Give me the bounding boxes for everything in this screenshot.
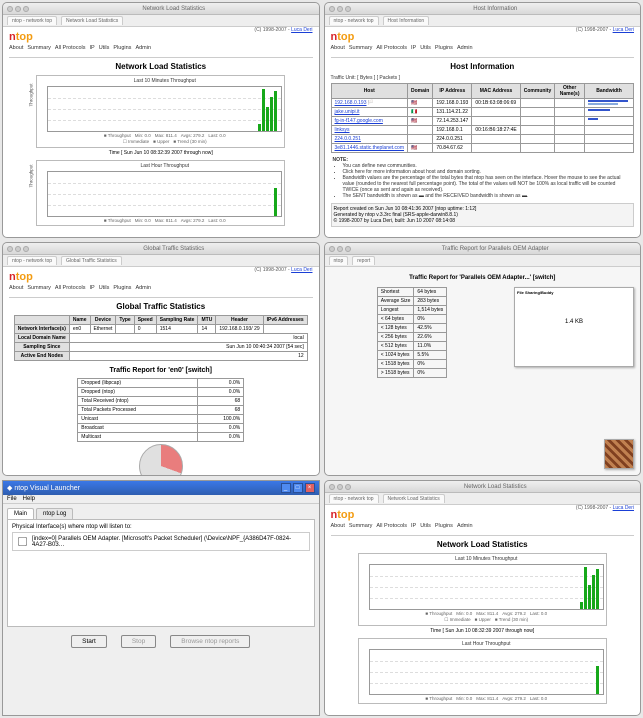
page-title: Host Information <box>331 62 635 71</box>
copyright: (C) 1998-2007 - Luca Deri <box>254 27 312 33</box>
sub-title: Traffic Report for 'en0' [switch] <box>9 367 313 374</box>
chart-hour: Last Hour Throughput ■ ThroughputMin: 0.… <box>358 638 607 704</box>
page-title: Network Load Statistics <box>9 62 313 71</box>
interface-name: [index=0] Parallels OEM Adapter. [Micros… <box>32 536 306 548</box>
page-title: Global Traffic Statistics <box>9 302 313 311</box>
close-icon[interactable]: × <box>305 483 315 493</box>
flag-icon: 🇺🇸 <box>411 100 417 106</box>
flag-icon: 🏳️ <box>368 100 374 106</box>
note-block: NOTE: You can define new communities. Cl… <box>333 157 633 199</box>
chart-hour: Last Hour Throughput Throughput ■ Throug… <box>36 160 285 226</box>
chart-10min: Last 10 Minutes Throughput Throughput ■ … <box>36 75 285 148</box>
browser-tab[interactable]: ntop - network top <box>7 256 57 265</box>
sharing-value: 1.4 KB <box>517 319 631 325</box>
browser-tab[interactable]: report <box>352 256 375 265</box>
window-title: Traffic Report for Parallels OEM Adapter <box>355 246 637 252</box>
flag-icon: 🇺🇸 <box>411 118 417 124</box>
maximize-icon[interactable]: □ <box>293 483 303 493</box>
interfaces-label: Physical Interface(s) where ntop will li… <box>12 524 310 530</box>
page-title: Network Load Statistics <box>331 540 635 549</box>
mac-minimize-icon[interactable] <box>337 246 343 252</box>
window-title: Host Information <box>355 6 637 12</box>
interface-row[interactable]: [index=0] Parallels OEM Adapter. [Micros… <box>12 532 310 551</box>
stop-button[interactable]: Stop <box>121 635 156 648</box>
mac-titlebar: Network Load Statistics <box>3 3 319 15</box>
interface-checkbox[interactable] <box>18 537 27 546</box>
browser-tab[interactable]: ntop - network top <box>329 16 379 25</box>
thumbnail-icon[interactable] <box>604 439 634 469</box>
flag-icon: 🇮🇹 <box>411 109 417 115</box>
interface-panel: Physical Interface(s) where ntop will li… <box>7 519 315 627</box>
tab-main[interactable]: Main <box>7 508 34 519</box>
table-row: fg-in-f147.google.com🇺🇸72.14.253.147 <box>331 117 634 126</box>
browser-tab[interactable]: Host Information <box>383 16 430 25</box>
pie-chart <box>139 444 183 475</box>
floating-title: File Sharing/Buddy <box>517 290 631 295</box>
author-link[interactable]: Luca Deri <box>291 27 312 33</box>
mac-zoom-icon[interactable] <box>345 6 351 12</box>
browser-tab[interactable]: Network Load Statistics <box>61 16 123 25</box>
start-button[interactable]: Start <box>71 635 107 648</box>
browser-tab[interactable]: ntop <box>329 256 349 265</box>
mac-close-icon[interactable] <box>329 246 335 252</box>
time-caption: Time [ Sun Jun 10 08:32:39 2007 through … <box>9 150 313 156</box>
chart-10min: Last 10 Minutes Throughput ■ ThroughputM… <box>358 553 607 626</box>
mac-minimize-icon[interactable] <box>337 484 343 490</box>
chart-bars <box>258 89 277 131</box>
flag-icon: 🇺🇸 <box>411 145 417 151</box>
main-menu[interactable]: AboutSummaryAll ProtocolsIPUtilsPluginsA… <box>9 285 313 291</box>
table-row: 3e81.1446.static.theplanet.com🇺🇸70.84.67… <box>331 144 634 153</box>
window-title: ntop Visual Launcher <box>14 485 80 492</box>
browser-tab[interactable]: ntop - network top <box>7 16 57 25</box>
mac-close-icon[interactable] <box>329 6 335 12</box>
y-axis-label: Throughput <box>29 164 34 187</box>
traffic-table: Dropped (libpcap)0.0% Dropped (ntop)0.0%… <box>77 378 244 442</box>
mac-zoom-icon[interactable] <box>345 484 351 490</box>
mac-minimize-icon[interactable] <box>15 246 21 252</box>
packet-size-table: Shortest64 bytes Average Size283 bytes L… <box>377 287 448 378</box>
browser-tab[interactable]: Network Load Statistics <box>383 494 445 503</box>
table-row: 224.0.0.251224.0.0.251 <box>331 135 634 144</box>
tab-log[interactable]: ntop Log <box>36 508 73 519</box>
table-row: jake.unipi.it🇮🇹131.114.21.22 <box>331 108 634 117</box>
table-row: linksys192.168.0.100:16:B6:18:27:4E <box>331 126 634 135</box>
browser-tab[interactable]: Global Traffic Statistics <box>61 256 122 265</box>
window-title: Network Load Statistics <box>33 6 315 12</box>
mac-close-icon[interactable] <box>7 246 13 252</box>
interfaces-table: NameDeviceTypeSpeedSampling RateMTUHeade… <box>14 315 308 361</box>
panel-global-traffic: Global Traffic Statistics ntop - network… <box>2 242 320 476</box>
browser-tab[interactable]: ntop - network top <box>329 494 379 503</box>
win-menu[interactable]: FileHelp <box>3 495 319 504</box>
browse-button[interactable]: Browse ntop reports <box>170 635 250 648</box>
table-row: 192.168.0.193 🏳️🇺🇸192.168.0.19300:1B:63:… <box>331 99 634 108</box>
win-titlebar: ◆ ntop Visual Launcher _ □ × <box>3 481 319 495</box>
sub-title: Traffic Report for 'Parallels OEM Adapte… <box>331 275 635 281</box>
browser-tabstrip: ntop - network top Network Load Statisti… <box>3 15 319 27</box>
panel-host-info: Host Information ntop - network top Host… <box>324 2 642 238</box>
mac-close-icon[interactable] <box>329 484 335 490</box>
main-menu[interactable]: AboutSummaryAll ProtocolsIPUtilsPluginsA… <box>9 45 313 51</box>
report-footer: Report created on Sun Jun 10 08:41:36 20… <box>331 203 635 227</box>
panel-network-load-1: Network Load Statistics ntop - network t… <box>2 2 320 238</box>
unit-toggle[interactable]: Traffic Unit: [ Bytes ] [ Packets ] <box>331 75 635 81</box>
panel-visual-launcher: ◆ ntop Visual Launcher _ □ × FileHelp Ma… <box>2 480 320 716</box>
panel-traffic-report-oem: Traffic Report for Parallels OEM Adapter… <box>324 242 642 476</box>
mac-minimize-icon[interactable] <box>15 6 21 12</box>
window-title: Network Load Statistics <box>355 484 637 490</box>
window-title: Global Traffic Statistics <box>33 246 315 252</box>
app-icon: ◆ <box>7 484 12 492</box>
panel-network-load-2: Network Load Statistics ntop - network t… <box>324 480 642 716</box>
mac-close-icon[interactable] <box>7 6 13 12</box>
host-table: Host Domain IP Address MAC Address Commu… <box>331 83 635 153</box>
floating-sharing-window[interactable]: File Sharing/Buddy 1.4 KB <box>514 287 634 367</box>
main-menu[interactable]: AboutSummaryAll ProtocolsIPUtilsPluginsA… <box>331 523 635 529</box>
minimize-icon[interactable]: _ <box>281 483 291 493</box>
mac-zoom-icon[interactable] <box>345 246 351 252</box>
mac-zoom-icon[interactable] <box>23 6 29 12</box>
main-menu[interactable]: AboutSummaryAll ProtocolsIPUtilsPluginsA… <box>331 45 635 51</box>
mac-zoom-icon[interactable] <box>23 246 29 252</box>
mac-minimize-icon[interactable] <box>337 6 343 12</box>
time-caption: Time [ Sun Jun 10 08:32:39 2007 through … <box>331 628 635 634</box>
y-axis-label: Throughput <box>29 83 34 106</box>
